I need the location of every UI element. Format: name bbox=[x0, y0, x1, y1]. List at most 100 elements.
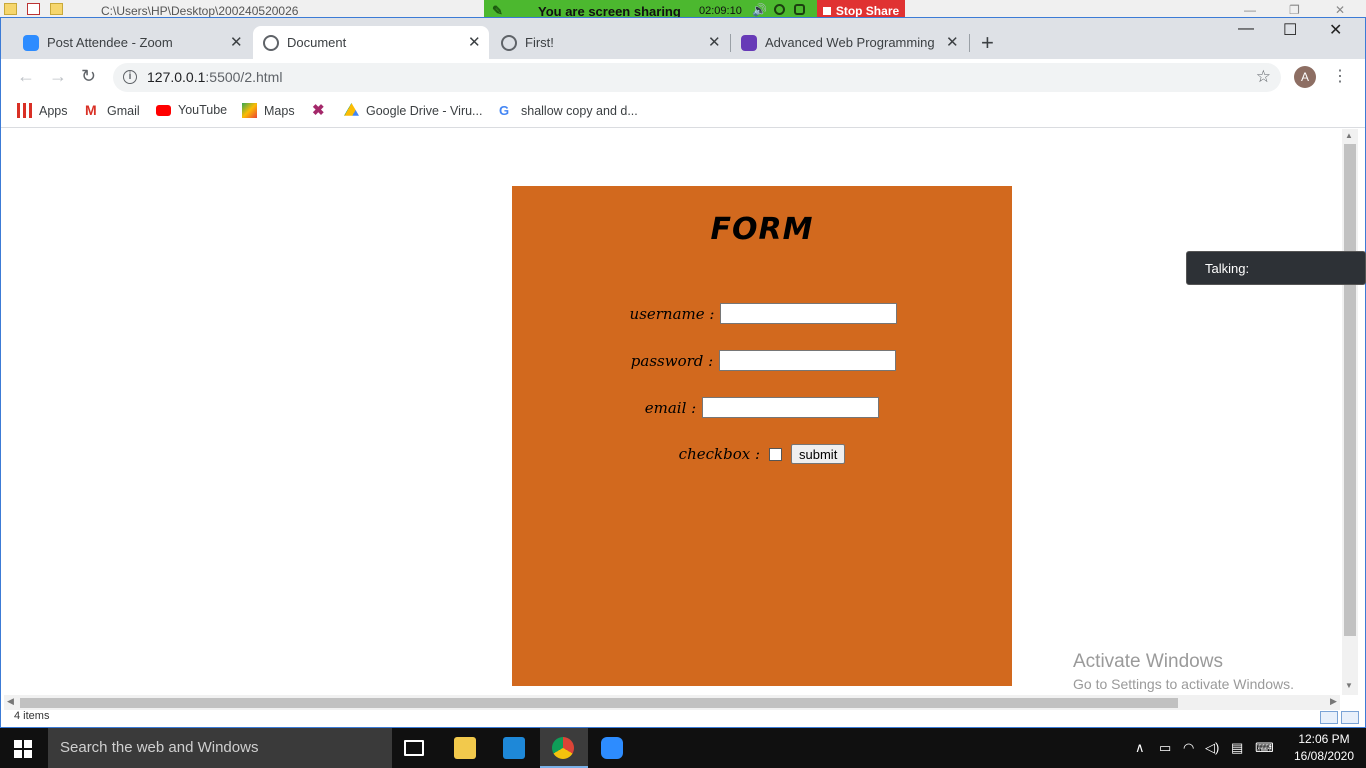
address-bar[interactable]: i 127.0.0.1:5500/2.html ☆ bbox=[113, 63, 1281, 92]
explorer-restore-icon[interactable]: ❐ bbox=[1289, 3, 1300, 17]
tab-separator bbox=[969, 34, 970, 52]
file-explorer-taskbar[interactable] bbox=[442, 728, 490, 768]
tab-strip: Post Attendee - Zoom ✕ Document ✕ First!… bbox=[1, 18, 1365, 59]
activate-title: Activate Windows bbox=[1073, 651, 1223, 672]
password-row: password : bbox=[512, 350, 1012, 371]
scroll-down-icon[interactable]: ▼ bbox=[1345, 681, 1353, 690]
maps-icon bbox=[242, 103, 257, 118]
page-viewport: FORM username : password : email : check… bbox=[2, 129, 1342, 714]
record-icon[interactable] bbox=[774, 4, 785, 15]
tab-first[interactable]: First! ✕ bbox=[491, 26, 727, 59]
zoom-taskbar[interactable] bbox=[589, 728, 637, 768]
url-text[interactable]: 127.0.0.1:5500/2.html bbox=[147, 69, 282, 85]
action-center-icon[interactable]: ▤ bbox=[1231, 740, 1243, 756]
close-tab-icon[interactable]: ✕ bbox=[946, 33, 959, 51]
vscode-taskbar[interactable] bbox=[491, 728, 539, 768]
bookmark-youtube[interactable]: YouTube bbox=[156, 103, 227, 117]
vscode-icon bbox=[503, 737, 525, 759]
scroll-up-icon[interactable]: ▲ bbox=[1345, 131, 1353, 140]
taskbar-search[interactable]: Search the web and Windows bbox=[48, 728, 392, 768]
url-host: 127.0.0.1 bbox=[147, 69, 206, 85]
bookmark-star-icon[interactable]: ☆ bbox=[1256, 67, 1271, 87]
menu-icon[interactable]: ⋮ bbox=[1332, 66, 1348, 86]
properties-icon[interactable] bbox=[27, 3, 40, 15]
task-view-button[interactable] bbox=[392, 728, 440, 768]
zoom-talking-indicator: Talking: bbox=[1186, 251, 1366, 285]
maximize-icon[interactable]: ☐ bbox=[1283, 20, 1297, 40]
windows-taskbar: Search the web and Windows ∧ ▭ ◠ ◁) ▤ ⌨ … bbox=[0, 728, 1366, 768]
share-timer: 02:09:10 bbox=[699, 5, 742, 17]
vertical-scroll-thumb[interactable] bbox=[1344, 144, 1356, 636]
windows-start-icon[interactable] bbox=[14, 740, 32, 758]
scroll-right-icon[interactable]: ▶ bbox=[1330, 696, 1337, 707]
explorer-minimize-icon[interactable]: — bbox=[1244, 3, 1256, 17]
bookmark-label: Apps bbox=[39, 103, 68, 118]
speaker-icon[interactable]: 🔊 bbox=[752, 3, 767, 17]
profile-avatar[interactable]: A bbox=[1294, 66, 1316, 88]
large-icons-view-icon[interactable] bbox=[1341, 711, 1359, 724]
checkbox[interactable] bbox=[769, 447, 783, 461]
bookmark-label: Google Drive - Viru... bbox=[366, 103, 483, 118]
bookmark-google-search[interactable]: G shallow copy and d... bbox=[499, 103, 638, 118]
site-info-icon[interactable]: i bbox=[123, 70, 137, 84]
taskbar-clock[interactable]: 12:06 PM 16/08/2020 bbox=[1284, 731, 1364, 765]
password-input[interactable] bbox=[719, 350, 897, 371]
tab-document[interactable]: Document ✕ bbox=[253, 26, 489, 59]
bookmark-puzzle[interactable]: ✖ bbox=[312, 103, 334, 118]
explorer-view-toggle bbox=[1320, 711, 1359, 724]
vertical-scrollbar[interactable]: ▲ ▼ bbox=[1342, 129, 1358, 695]
explorer-path: C:\Users\HP\Desktop\200240520026 bbox=[101, 4, 299, 18]
email-label: email : bbox=[644, 398, 697, 417]
close-tab-icon[interactable]: ✕ bbox=[708, 33, 721, 51]
quick-access-toolbar bbox=[4, 3, 63, 15]
reload-icon[interactable]: ↻ bbox=[81, 66, 96, 87]
wifi-icon[interactable]: ◠ bbox=[1183, 740, 1194, 756]
scroll-left-icon[interactable]: ◀ bbox=[7, 696, 14, 707]
explorer-close-icon[interactable]: ✕ bbox=[1335, 3, 1345, 17]
zoom-icon bbox=[23, 35, 39, 51]
file-explorer-icon bbox=[454, 737, 476, 759]
close-tab-icon[interactable]: ✕ bbox=[230, 33, 243, 51]
bookmark-apps[interactable]: Apps bbox=[17, 103, 68, 118]
globe-icon bbox=[263, 35, 279, 51]
battery-icon[interactable]: ▭ bbox=[1159, 740, 1171, 756]
activate-subtitle: Go to Settings to activate Windows. bbox=[1073, 676, 1294, 692]
keyboard-icon[interactable]: ⌨ bbox=[1255, 740, 1274, 756]
new-folder-icon[interactable] bbox=[50, 3, 63, 15]
shield-icon[interactable] bbox=[794, 4, 805, 15]
google-drive-icon bbox=[344, 103, 359, 116]
minimize-icon[interactable]: — bbox=[1238, 20, 1254, 38]
gmail-icon: M bbox=[85, 102, 97, 118]
folder-icon[interactable] bbox=[4, 3, 17, 15]
youtube-icon bbox=[156, 104, 171, 116]
details-view-icon[interactable] bbox=[1320, 711, 1338, 724]
email-input[interactable] bbox=[702, 397, 880, 418]
tray-chevron-icon[interactable]: ∧ bbox=[1135, 740, 1145, 756]
form-title: FORM bbox=[710, 212, 814, 247]
bookmarks-bar: Apps M Gmail YouTube Maps ✖ Google Drive… bbox=[1, 96, 1365, 128]
new-tab-button[interactable]: + bbox=[981, 30, 994, 56]
chrome-taskbar[interactable] bbox=[540, 728, 588, 768]
horizontal-scroll-thumb[interactable] bbox=[20, 698, 1178, 708]
back-icon[interactable]: ← bbox=[17, 66, 35, 87]
stop-icon bbox=[822, 7, 831, 15]
volume-icon[interactable]: ◁) bbox=[1205, 740, 1219, 756]
bookmark-gmail[interactable]: M Gmail bbox=[85, 103, 140, 118]
checkbox-row: checkbox : submit bbox=[512, 444, 1012, 464]
bookmark-google-drive[interactable]: Google Drive - Viru... bbox=[344, 103, 482, 118]
checkbox-label: checkbox : bbox=[678, 445, 761, 463]
password-label: password : bbox=[630, 351, 714, 370]
close-window-icon[interactable]: ✕ bbox=[1329, 20, 1342, 40]
forward-icon[interactable]: → bbox=[49, 66, 67, 87]
tab-advanced-web[interactable]: Advanced Web Programming Eng ✕ bbox=[731, 26, 967, 59]
tab-zoom[interactable]: Post Attendee - Zoom ✕ bbox=[13, 26, 249, 59]
bookmark-label: Gmail bbox=[107, 103, 140, 118]
horizontal-scrollbar[interactable]: ◀ ▶ bbox=[4, 695, 1340, 710]
submit-button[interactable]: submit bbox=[791, 444, 846, 464]
bookmark-maps[interactable]: Maps bbox=[242, 103, 295, 118]
tab-title: Document bbox=[287, 35, 347, 50]
browser-window: Post Attendee - Zoom ✕ Document ✕ First!… bbox=[0, 17, 1366, 728]
chrome-icon bbox=[552, 737, 574, 759]
close-tab-icon[interactable]: ✕ bbox=[468, 33, 481, 51]
username-input[interactable] bbox=[720, 303, 898, 324]
